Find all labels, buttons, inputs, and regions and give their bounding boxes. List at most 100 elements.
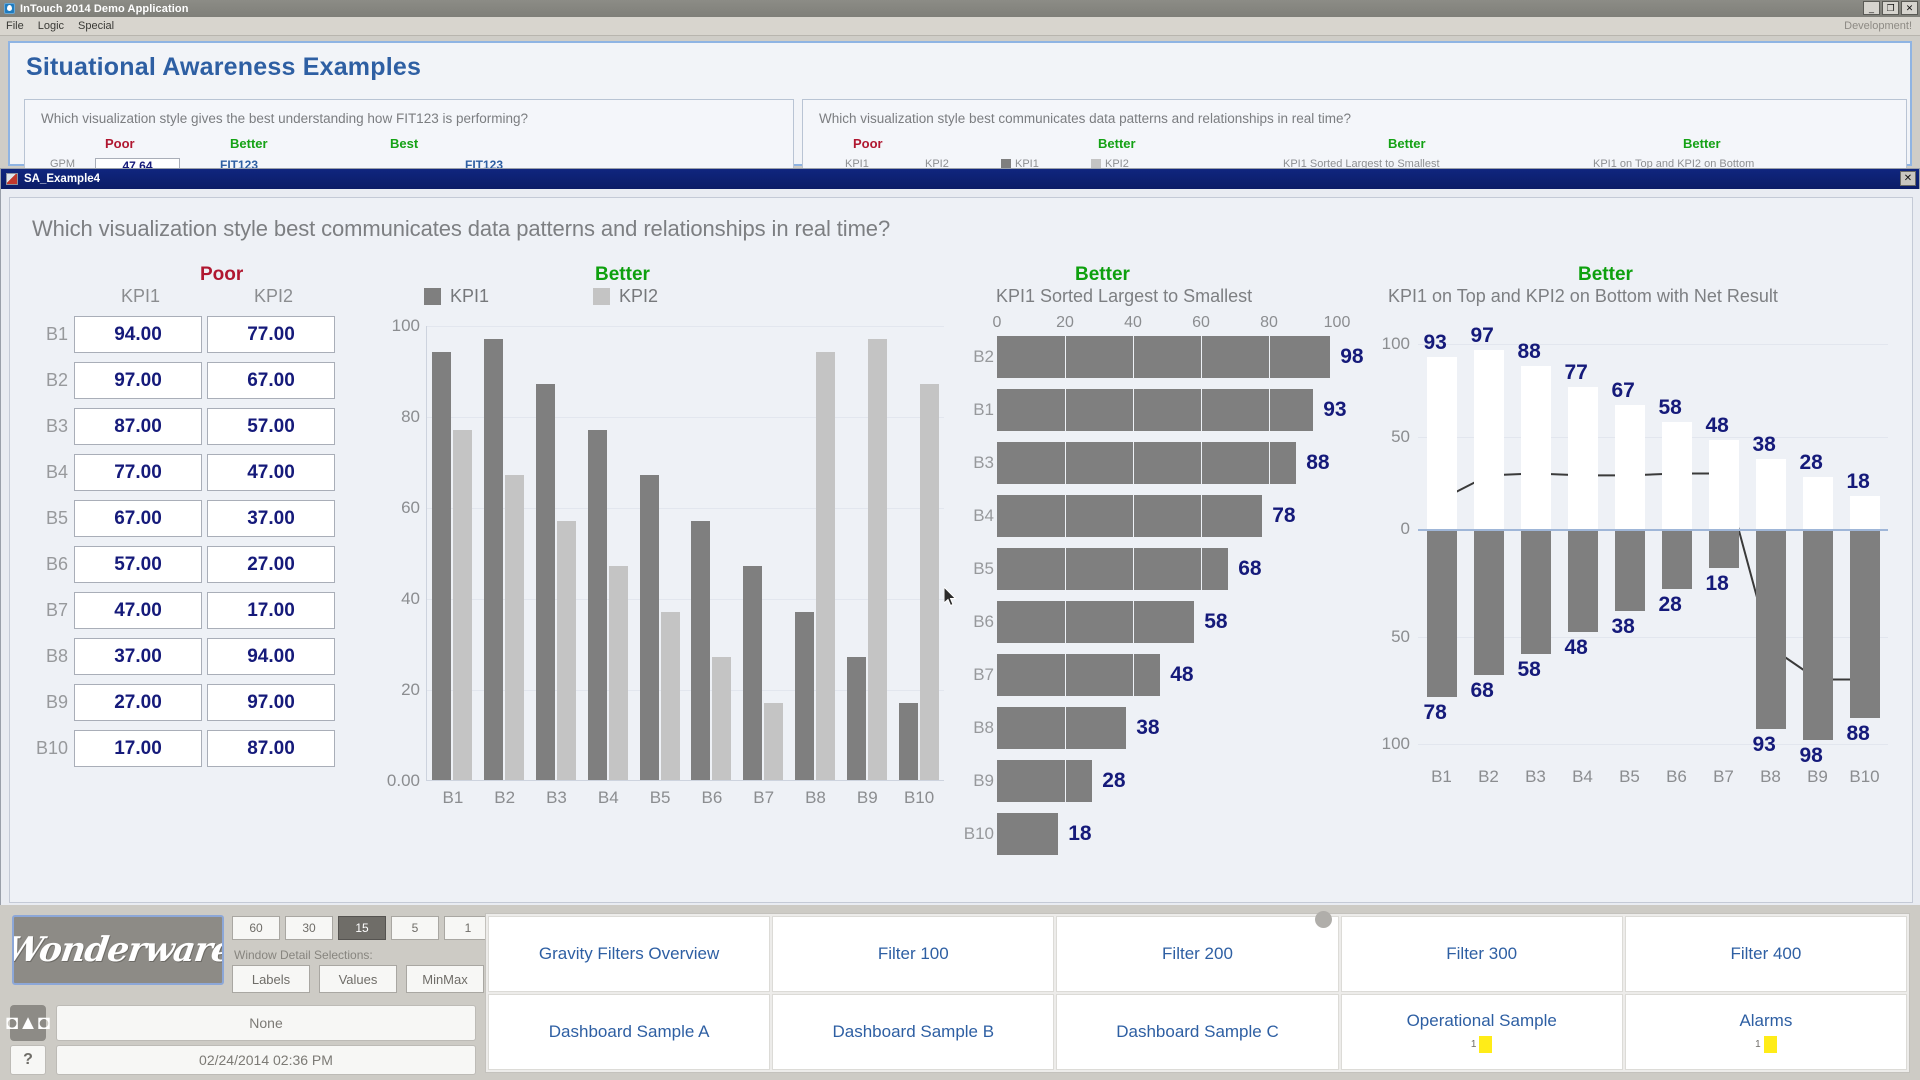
nav-button-dashboard-sample-a[interactable]: Dashboard Sample A [488, 994, 770, 1070]
x-axis-tick-label: B7 [743, 788, 784, 808]
net-value-bottom: 18 [1706, 572, 1729, 596]
net-value-top: 93 [1424, 331, 1447, 355]
window-detail-buttons[interactable]: Labels Values MinMax [232, 965, 484, 993]
menu-item-special[interactable]: Special [78, 20, 114, 32]
nav-button-alarms[interactable]: Alarms1 [1625, 994, 1907, 1070]
table-cell-kpi2[interactable]: 47.00 [207, 454, 335, 491]
time-range-buttons[interactable]: 60301551 [232, 916, 492, 940]
navigation-button-grid[interactable]: Gravity Filters OverviewFilter 100Filter… [485, 913, 1910, 1073]
net-value-top: 97 [1471, 324, 1494, 348]
nav-button-filter-400[interactable]: Filter 400 [1625, 916, 1907, 992]
sorted-chart-title: KPI1 Sorted Largest to Smallest [996, 286, 1252, 307]
table-cell-kpi1[interactable]: 97.00 [74, 362, 202, 399]
time-range-button-60[interactable]: 60 [232, 916, 280, 940]
table-row: B1017.0087.00 [30, 730, 360, 767]
time-range-button-30[interactable]: 30 [285, 916, 333, 940]
window-controls[interactable]: _ ❐ ✕ [1863, 1, 1918, 15]
detail-button-labels[interactable]: Labels [232, 965, 310, 993]
sa-example4-window: SA_Example4 ✕ Which visualization style … [0, 168, 1920, 910]
table-cell-kpi1[interactable]: 27.00 [74, 684, 202, 721]
table-cell-kpi1[interactable]: 37.00 [74, 638, 202, 675]
table-cell-kpi2[interactable]: 94.00 [207, 638, 335, 675]
window-detail-label: Window Detail Selections: [234, 948, 373, 962]
table-cell-kpi1[interactable]: 57.00 [74, 546, 202, 583]
nav-button-filter-100[interactable]: Filter 100 [772, 916, 1054, 992]
net-value-bottom: 48 [1565, 636, 1588, 660]
application-title-bar: InTouch 2014 Demo Application _ ❐ ✕ [0, 0, 1920, 17]
table-row: B927.0097.00 [30, 684, 360, 721]
time-range-button-15[interactable]: 15 [338, 916, 386, 940]
table-cell-kpi1[interactable]: 77.00 [74, 454, 202, 491]
menu-item-logic[interactable]: Logic [38, 20, 64, 32]
nav-button-filter-200[interactable]: Filter 200 [1056, 916, 1338, 992]
alarm-waveform-icon[interactable]: ◘▲◘ [10, 1005, 46, 1041]
bar-segment-divider [1065, 654, 1066, 696]
table-cell-kpi2[interactable]: 77.00 [207, 316, 335, 353]
table-cell-kpi1[interactable]: 94.00 [74, 316, 202, 353]
minimize-button[interactable]: _ [1863, 1, 1880, 15]
x-axis-tick-label: B3 [536, 788, 577, 808]
x-axis-tick-label: B4 [588, 788, 629, 808]
x-axis-tick-label: B9 [1797, 767, 1839, 787]
nav-button-filter-300[interactable]: Filter 300 [1341, 916, 1623, 992]
y-axis-tick-label-bottom: 50 [1391, 627, 1410, 647]
sorted-bar-value: 88 [1306, 451, 1329, 475]
detail-button-minmax[interactable]: MinMax [406, 965, 484, 993]
y-axis-tick-label-top: 50 [1391, 427, 1410, 447]
nav-button-label: Dashboard Sample B [832, 1022, 994, 1042]
nav-button-operational-sample[interactable]: Operational Sample1 [1341, 994, 1623, 1070]
sorted-bar-row: B568 [960, 548, 1380, 590]
table-cell-kpi1[interactable]: 17.00 [74, 730, 202, 767]
sa-window-close-button[interactable]: ✕ [1900, 171, 1916, 186]
restore-button[interactable]: ❐ [1882, 1, 1899, 15]
table-cell-kpi2[interactable]: 17.00 [207, 592, 335, 629]
menu-item-file[interactable]: File [6, 20, 24, 32]
bg-r-rank-poor: Poor [853, 136, 883, 151]
table-cell-kpi2[interactable]: 37.00 [207, 500, 335, 537]
nav-button-dashboard-sample-b[interactable]: Dashboard Sample B [772, 994, 1054, 1070]
detail-button-values[interactable]: Values [319, 965, 397, 993]
bar-kpi1 [588, 430, 607, 780]
net-bar-bottom [1803, 529, 1833, 740]
sorted-bar-label: B9 [960, 771, 994, 791]
x-axis-tick-label: B8 [1750, 767, 1792, 787]
table-cell-kpi1[interactable]: 47.00 [74, 592, 202, 629]
mouse-cursor-icon [944, 587, 960, 609]
net-value-top: 88 [1518, 340, 1541, 364]
wonderware-logo[interactable]: Wonderware [12, 915, 224, 985]
net-value-top: 77 [1565, 361, 1588, 385]
scroll-thumb[interactable] [1315, 911, 1332, 928]
sorted-bar-row: B928 [960, 760, 1380, 802]
net-value-top: 38 [1753, 433, 1776, 457]
menu-bar[interactable]: File Logic Special [0, 17, 1920, 36]
table-row: B477.0047.00 [30, 454, 360, 491]
sa-window-title-bar[interactable]: SA_Example4 ✕ [1, 169, 1919, 189]
table-cell-kpi2[interactable]: 57.00 [207, 408, 335, 445]
sorted-bar-track: 18 [997, 813, 1337, 855]
sorted-bar [997, 760, 1092, 802]
sorted-bar-row: B748 [960, 654, 1380, 696]
table-cell-kpi2[interactable]: 27.00 [207, 546, 335, 583]
table-cell-kpi1[interactable]: 87.00 [74, 408, 202, 445]
bar-kpi1 [691, 521, 710, 780]
net-value-bottom: 78 [1424, 701, 1447, 725]
time-range-button-5[interactable]: 5 [391, 916, 439, 940]
x-axis-tick-label: B10 [899, 788, 940, 808]
column-header-kpi1: KPI1 [74, 286, 207, 307]
bottom-toolbar: Wonderware 60301551 Window Detail Select… [0, 905, 1920, 1080]
close-button[interactable]: ✕ [1901, 1, 1918, 15]
table-cell-kpi2[interactable]: 87.00 [207, 730, 335, 767]
table-row-label: B1 [30, 324, 74, 345]
table-row-label: B2 [30, 370, 74, 391]
alarm-badge-count: 1 [1471, 1039, 1477, 1050]
table-cell-kpi1[interactable]: 67.00 [74, 500, 202, 537]
table-cell-kpi2[interactable]: 97.00 [207, 684, 335, 721]
bar-segment-divider [1065, 442, 1066, 484]
net-value-bottom: 38 [1612, 615, 1635, 639]
help-icon[interactable]: ? [10, 1045, 46, 1075]
sorted-bar-row: B298 [960, 336, 1380, 378]
table-cell-kpi2[interactable]: 67.00 [207, 362, 335, 399]
nav-button-gravity-filters-overview[interactable]: Gravity Filters Overview [488, 916, 770, 992]
sorted-bar-row: B1018 [960, 813, 1380, 855]
nav-button-dashboard-sample-c[interactable]: Dashboard Sample C [1056, 994, 1338, 1070]
